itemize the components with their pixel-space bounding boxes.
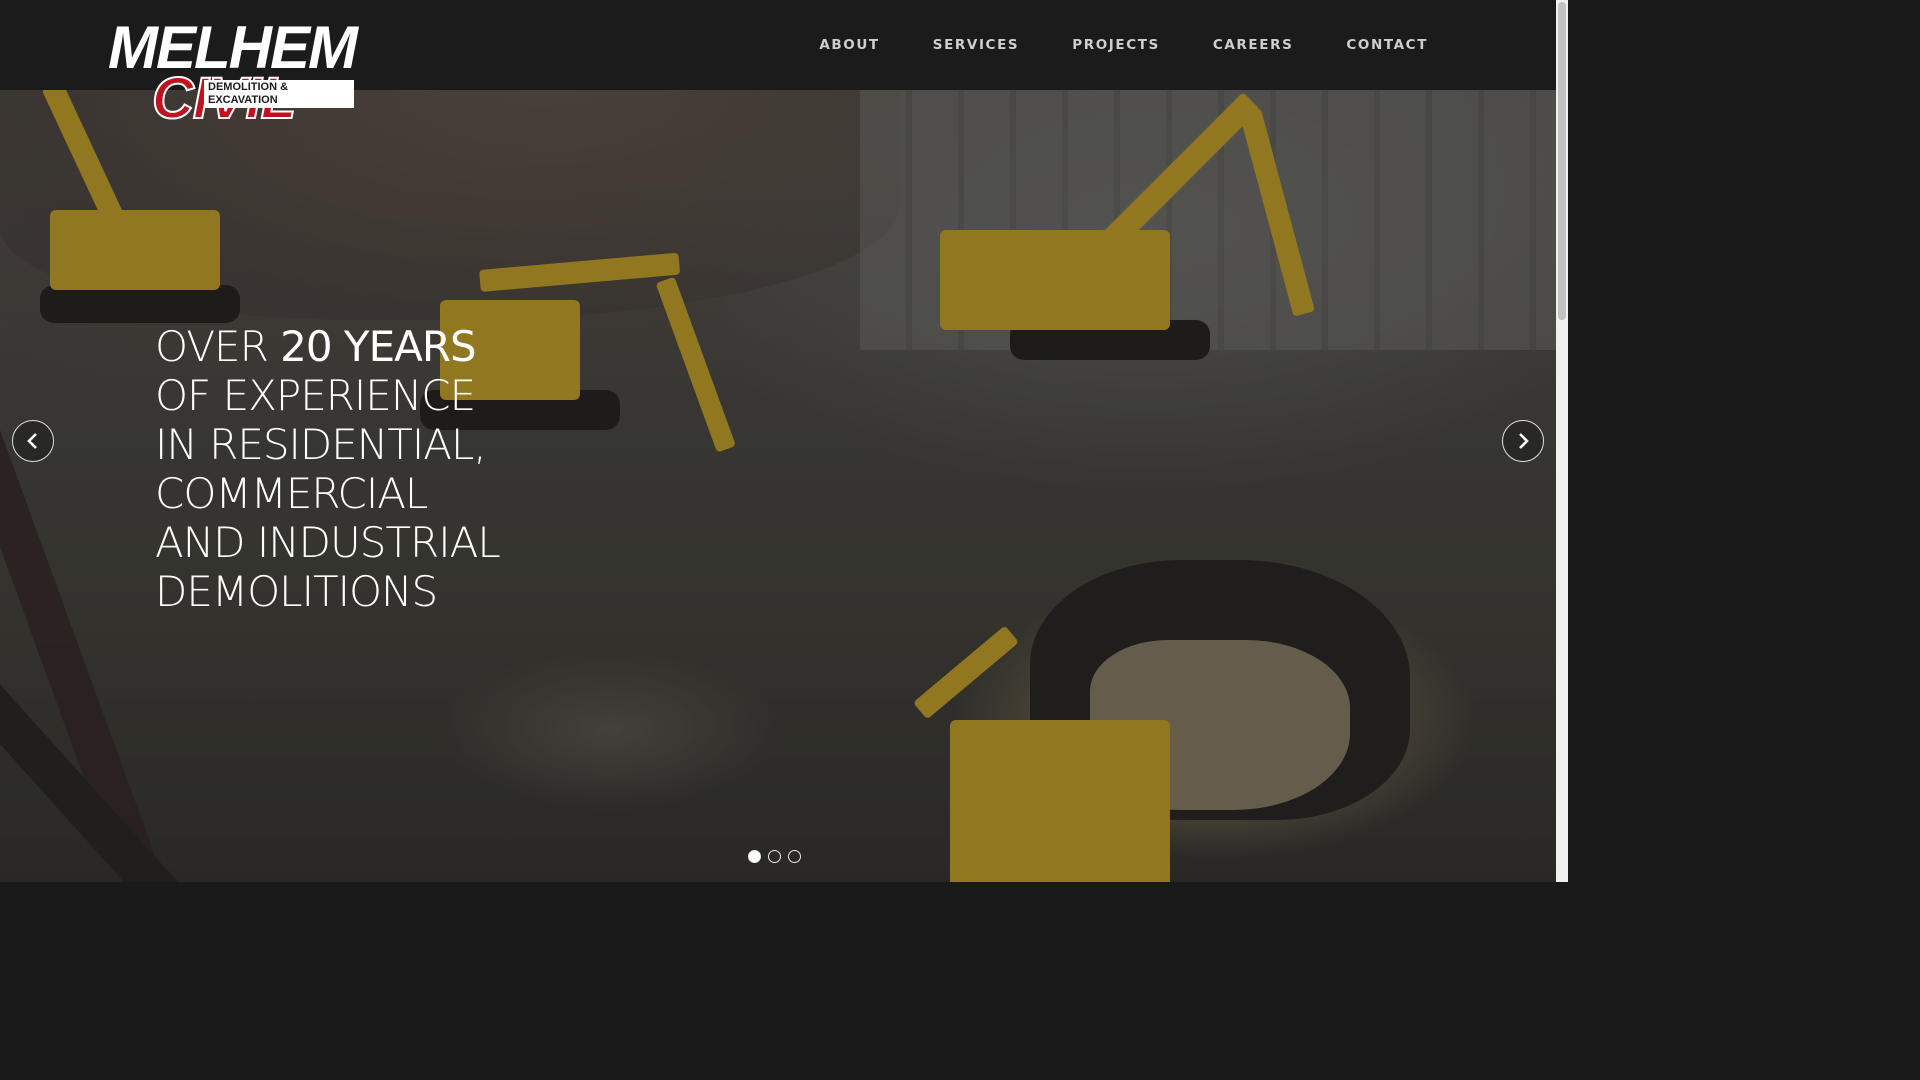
chevron-left-icon (27, 433, 37, 449)
slider-dot-2[interactable] (768, 850, 781, 863)
caption-highlight: 20 YEARS (280, 322, 477, 371)
scrollbar-thumb[interactable] (1558, 2, 1566, 320)
nav-careers[interactable]: CAREERS (1213, 37, 1294, 53)
page-scrollbar[interactable] (1556, 0, 1568, 882)
slider-dot-3[interactable] (788, 850, 801, 863)
hero-caption: OVER 20 YEARS OF EXPERIENCE IN RESIDENTI… (155, 322, 501, 616)
caption-line-1: OVER 20 YEARS (155, 322, 477, 371)
caption-line-6: DEMOLITIONS (155, 567, 438, 616)
site-header: MELHEM CIVIL DEMOLITION & EXCAVATION PTY… (0, 0, 1556, 129)
nav-services[interactable]: SERVICES (933, 37, 1019, 53)
chevron-right-icon (1519, 433, 1529, 449)
slider-next-button[interactable] (1502, 420, 1544, 462)
company-logo[interactable]: MELHEM CIVIL DEMOLITION & EXCAVATION PTY… (108, 18, 358, 129)
slider-prev-button[interactable] (12, 420, 54, 462)
logo-subtitle: DEMOLITION & EXCAVATION (204, 80, 354, 108)
caption-line-3: IN RESIDENTIAL, (155, 420, 487, 469)
slider-dot-1[interactable] (748, 850, 761, 863)
main-nav: ABOUT SERVICES PROJECTS CAREERS CONTACT (766, 0, 1428, 90)
caption-line-2: OF EXPERIENCE (155, 371, 476, 420)
slider-pagination (748, 850, 801, 863)
nav-contact[interactable]: CONTACT (1346, 37, 1428, 53)
hero-slider: OVER 20 YEARS OF EXPERIENCE IN RESIDENTI… (0, 0, 1556, 882)
nav-about[interactable]: ABOUT (819, 37, 879, 53)
nav-projects[interactable]: PROJECTS (1072, 37, 1160, 53)
caption-line-4: COMMERCIAL (155, 469, 428, 518)
logo-pty: PTY LTD (325, 96, 354, 103)
caption-line-5: AND INDUSTRIAL (155, 518, 501, 567)
